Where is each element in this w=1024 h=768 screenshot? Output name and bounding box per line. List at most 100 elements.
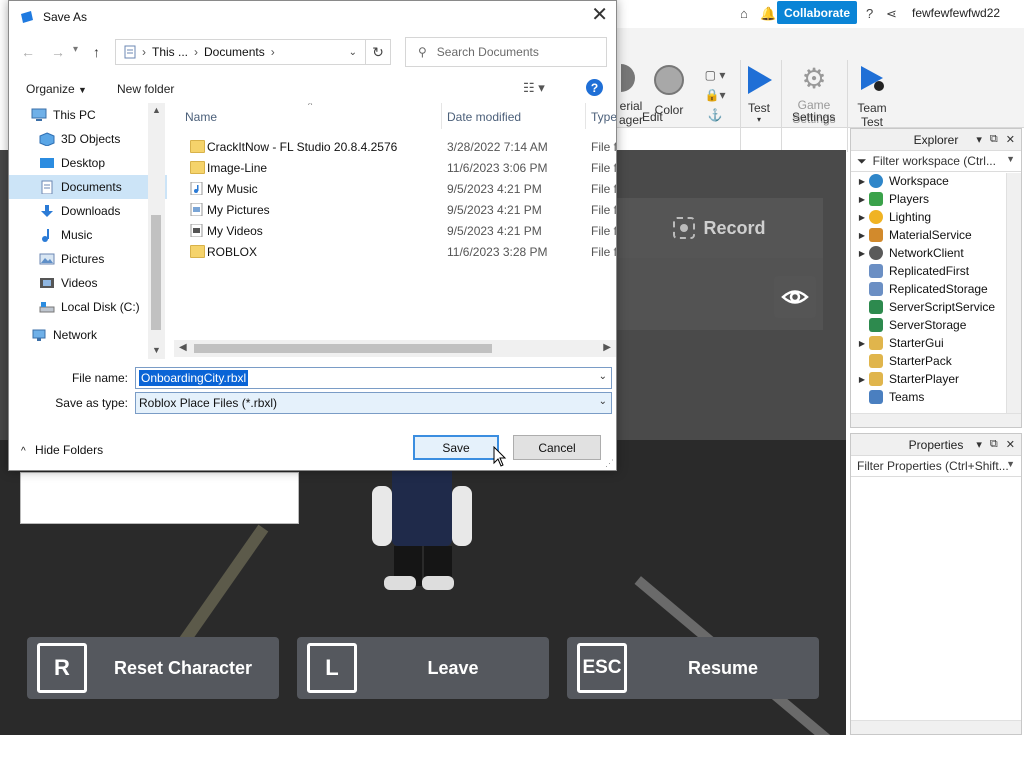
expand-arrow-icon[interactable]: ▶	[855, 249, 869, 258]
tree-item-startergui[interactable]: ▶ StarterGui	[851, 334, 1021, 352]
scroll-up-icon[interactable]: ▲	[152, 105, 161, 115]
bell-icon[interactable]: 🔔	[760, 6, 776, 22]
address-bar[interactable]: › This ... › Documents › ⌄	[115, 39, 366, 65]
breadcrumb-this-pc[interactable]: This ...	[152, 45, 188, 59]
close-icon[interactable]: ✕	[1006, 438, 1015, 451]
scroll-down-icon[interactable]: ▼	[152, 345, 161, 355]
breadcrumb-documents[interactable]: Documents	[204, 45, 265, 59]
undock-icon[interactable]: ⧉	[990, 438, 998, 451]
tree-item-label: ReplicatedFirst	[889, 264, 970, 278]
scroll-thumb[interactable]	[194, 344, 492, 353]
file-list-hscrollbar[interactable]: ◀ ▶	[174, 340, 616, 357]
column-date-modified[interactable]: Date modified	[447, 110, 521, 124]
file-row-my-pictures[interactable]: My Pictures 9/5/2023 4:21 PM File fo	[174, 199, 616, 220]
up-arrow-icon[interactable]: ↑	[93, 44, 100, 60]
file-row-roblox[interactable]: ROBLOX 11/6/2023 3:28 PM File fo	[174, 241, 616, 262]
recent-chevron-icon[interactable]: ▾	[73, 44, 78, 55]
nav-item-local-disk[interactable]: Local Disk (C:)	[9, 295, 167, 319]
leave-button[interactable]: L Leave	[297, 637, 549, 699]
tree-item-teams[interactable]: Teams	[851, 388, 1021, 406]
nav-item-network[interactable]: Network	[9, 323, 167, 347]
expand-arrow-icon[interactable]: ▶	[855, 231, 869, 240]
column-name[interactable]: Name	[185, 110, 217, 124]
tree-item-starterpack[interactable]: StarterPack	[851, 352, 1021, 370]
help-icon[interactable]: ?	[866, 6, 873, 21]
username[interactable]: fewfewfewfwd22	[912, 6, 1000, 20]
group-icons[interactable]: ▢ ▾ 🔒▾ ⚓	[700, 68, 730, 122]
tree-item-networkclient[interactable]: ▶ NetworkClient	[851, 244, 1021, 262]
chevron-down-icon[interactable]: ⌄	[599, 371, 607, 382]
navigation-scrollbar[interactable]: ▲ ▼	[148, 103, 165, 359]
properties-filter-input[interactable]: Filter Properties (Ctrl+Shift... ▼	[851, 456, 1021, 477]
scroll-thumb[interactable]	[151, 215, 161, 330]
new-folder-button[interactable]: New folder	[117, 82, 174, 96]
cancel-button[interactable]: Cancel	[513, 435, 601, 460]
file-row-my-videos[interactable]: My Videos 9/5/2023 4:21 PM File fo	[174, 220, 616, 241]
resize-grip-icon[interactable]: ⋰	[605, 458, 614, 469]
nav-item-music[interactable]: Music	[9, 223, 167, 247]
close-icon[interactable]: ✕	[591, 5, 608, 25]
expand-arrow-icon[interactable]: ▶	[855, 195, 869, 204]
file-row-image-line[interactable]: Image-Line 11/6/2023 3:06 PM File fo	[174, 157, 616, 178]
tree-item-workspace[interactable]: ▶ Workspace	[851, 172, 1021, 190]
scroll-right-icon[interactable]: ▶	[603, 342, 611, 353]
nav-item-label: This PC	[53, 108, 96, 122]
nav-item-videos[interactable]: Videos	[9, 271, 167, 295]
file-row-crackitnow[interactable]: CrackItNow - FL Studio 20.8.4.2576 3/28/…	[174, 136, 616, 157]
resume-button[interactable]: ESC Resume	[567, 637, 819, 699]
column-type[interactable]: Type	[591, 110, 616, 124]
nav-item-documents[interactable]: Documents	[9, 175, 167, 199]
explorer-filter-input[interactable]: ⏷ Filter workspace (Ctrl... ▼	[851, 151, 1021, 172]
tree-item-materialservice[interactable]: ▶ MaterialService	[851, 226, 1021, 244]
explorer-scrollbar[interactable]	[1006, 173, 1021, 413]
scroll-left-icon[interactable]: ◀	[179, 342, 187, 353]
tree-item-players[interactable]: ▶ Players	[851, 190, 1021, 208]
tree-item-starterplayer[interactable]: ▶ StarterPlayer	[851, 370, 1021, 388]
save-as-type-select[interactable]: Roblox Place Files (*.rbxl) ⌄	[135, 392, 612, 414]
nav-item-desktop[interactable]: Desktop	[9, 151, 167, 175]
chevron-down-icon[interactable]: ⌄	[599, 396, 607, 407]
refresh-button[interactable]: ↻	[365, 39, 391, 65]
hide-folders-toggle[interactable]: ^ Hide Folders	[21, 443, 103, 457]
share-icon[interactable]: ⋖	[886, 6, 897, 22]
expand-arrow-icon[interactable]: ▶	[855, 213, 869, 222]
expand-arrow-icon[interactable]: ▶	[855, 339, 869, 348]
close-icon[interactable]: ✕	[1006, 133, 1015, 146]
tree-item-serverstorage[interactable]: ServerStorage	[851, 316, 1021, 334]
ribbon-separator	[781, 60, 782, 152]
team-test-button[interactable]: Team Test	[854, 64, 890, 129]
nav-item-this-pc[interactable]: This PC	[9, 103, 167, 127]
chevron-down-icon[interactable]: ⌄	[349, 47, 357, 58]
back-arrow-icon[interactable]: ←	[21, 44, 35, 60]
home-icon[interactable]: ⌂	[740, 6, 748, 21]
collaborate-button[interactable]: Collaborate	[777, 1, 857, 24]
save-button[interactable]: Save	[413, 435, 499, 460]
nav-item-pictures[interactable]: Pictures	[9, 247, 167, 271]
chevron-down-icon[interactable]: ▾	[976, 438, 982, 451]
help-icon[interactable]: ?	[586, 79, 603, 96]
file-name-input[interactable]: OnboardingCity.rbxl ⌄	[135, 367, 612, 389]
tree-item-serverscriptservice[interactable]: ServerScriptService	[851, 298, 1021, 316]
explorer-hscrollbar[interactable]	[851, 413, 1021, 427]
undock-icon[interactable]: ⧉	[990, 133, 998, 146]
reset-character-button[interactable]: R Reset Character	[27, 637, 279, 699]
refresh-icon: ↻	[372, 43, 384, 60]
resume-label: Resume	[687, 657, 759, 678]
file-row-my-music[interactable]: My Music 9/5/2023 4:21 PM File fo	[174, 178, 616, 199]
properties-hscrollbar[interactable]	[851, 720, 1021, 734]
nav-item-downloads[interactable]: Downloads	[9, 199, 167, 223]
tree-item-replicatedfirst[interactable]: ReplicatedFirst	[851, 262, 1021, 280]
test-button[interactable]: Test ▾	[744, 64, 774, 124]
nav-item-3d-objects[interactable]: 3D Objects	[9, 127, 167, 151]
forward-arrow-icon[interactable]: →	[51, 44, 65, 60]
view-options-icon[interactable]: ☷ ▾	[523, 80, 545, 96]
organize-button[interactable]: Organize ▼	[26, 82, 87, 96]
view-button[interactable]	[774, 276, 816, 318]
search-input[interactable]: ⚲ Search Documents	[405, 37, 607, 67]
tree-item-lighting[interactable]: ▶ Lighting	[851, 208, 1021, 226]
expand-arrow-icon[interactable]: ▶	[855, 177, 869, 186]
chevron-down-icon[interactable]: ▾	[976, 133, 982, 146]
tree-item-replicatedstorage[interactable]: ReplicatedStorage	[851, 280, 1021, 298]
expand-arrow-icon[interactable]: ▶	[855, 375, 869, 384]
record-button[interactable]: Record	[616, 198, 823, 258]
